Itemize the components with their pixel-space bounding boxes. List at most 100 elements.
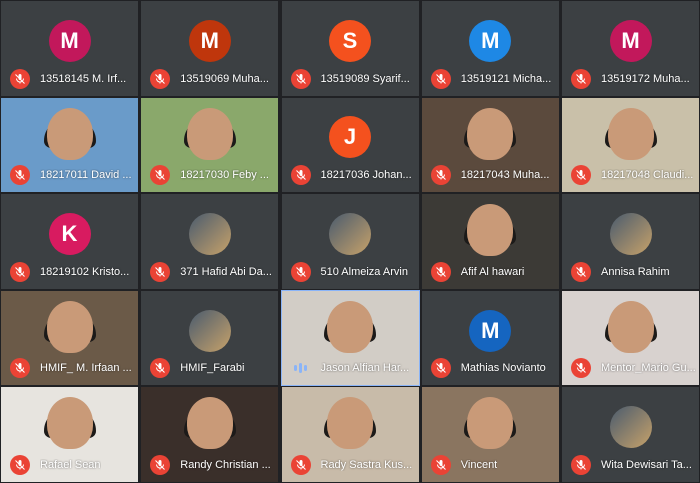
mic-off-icon [10, 358, 30, 379]
mic-off-icon [10, 68, 30, 89]
mic-off-icon [430, 165, 451, 186]
participant-name-bar: 18217048 Claudi... [562, 164, 699, 186]
person-face [46, 107, 93, 160]
participant-tile[interactable]: M 13519172 Muha... [561, 0, 700, 97]
participant-avatar: M [188, 19, 231, 62]
participant-name-bar: Annisa Rahim [562, 261, 699, 283]
participant-name-bar: 18217030 Feby ... [141, 164, 278, 186]
mic-off-icon [430, 261, 451, 282]
participant-name-bar: 18217043 Muha... [422, 164, 559, 186]
participant-name-bar: 18217036 Johan... [282, 164, 419, 186]
participant-name-bar: 13519172 Muha... [562, 68, 699, 90]
participant-tile[interactable]: 18217048 Claudi... [561, 96, 700, 194]
mic-off-icon [10, 165, 30, 186]
participant-name-bar: Wita Dewisari Ta... [562, 454, 699, 476]
mic-off-icon [150, 261, 171, 282]
participant-tile[interactable]: Mentor_Mario Gu... [561, 289, 700, 387]
participant-name-bar: Randy Christian ... [141, 454, 278, 476]
participant-tile[interactable]: Rady Sastra Kus... [280, 386, 420, 483]
participant-name: Annisa Rahim [601, 265, 670, 278]
participant-name-bar: Rafael Sean [1, 454, 138, 476]
participant-name: Mentor_Mario Gu... [601, 362, 696, 375]
participant-name-bar: 13518145 M. Irf... [1, 68, 138, 90]
mic-off-icon [10, 454, 30, 475]
participant-name: 13519121 Micha... [460, 72, 552, 85]
mic-off-icon [571, 165, 591, 186]
participant-name: Rady Sastra Kus... [320, 458, 413, 471]
participant-tile[interactable]: Annisa Rahim [561, 193, 700, 290]
participant-tile[interactable]: K 18219102 Kristo... [0, 193, 139, 290]
mic-off-icon [150, 68, 171, 89]
profile-photo [188, 309, 231, 352]
participant-name: 13519069 Muha... [180, 72, 269, 85]
participant-tile[interactable]: M 13518145 M. Irf... [0, 0, 139, 97]
person-face [327, 300, 373, 353]
participant-tile[interactable]: S 13519089 Syarif... [280, 0, 420, 97]
mic-off-icon [430, 68, 451, 89]
mic-off-icon [150, 358, 171, 379]
participant-name-bar: 18219102 Kristo... [1, 261, 138, 283]
participant-avatar: M [469, 19, 512, 62]
participant-name: HMIF_Farabi [180, 362, 245, 375]
person-face [186, 397, 233, 450]
participant-tile[interactable]: 18217043 Muha... [420, 96, 560, 194]
participant-name: 13519089 Syarif... [320, 72, 410, 85]
participant-avatar: K [48, 212, 91, 255]
participant-tile[interactable]: 371 Hafid Abi Da... [140, 193, 280, 290]
participant-name: Rafael Sean [40, 458, 101, 471]
mic-off-icon [430, 454, 451, 475]
participant-tile[interactable]: 18217011 David ... [0, 96, 139, 194]
mic-off-icon [290, 68, 311, 89]
participant-name-bar: 18217011 David ... [1, 164, 138, 186]
participant-name: 18217030 Feby ... [180, 169, 269, 182]
participant-tile[interactable]: M Mathias Novianto [420, 289, 560, 387]
participant-name-bar: 13519089 Syarif... [282, 68, 419, 90]
participant-name-bar: Mentor_Mario Gu... [562, 357, 699, 379]
audio-level-icon [291, 358, 311, 378]
participant-tile[interactable]: Vincent [420, 386, 560, 483]
participant-name-bar: 13519121 Micha... [422, 68, 559, 90]
participant-tile[interactable]: HMIF_ M. Irfaan ... [0, 289, 139, 387]
participant-name-bar: Mathias Novianto [422, 357, 559, 379]
person-face [467, 107, 514, 160]
participant-tile[interactable]: Rafael Sean [0, 386, 139, 483]
mic-off-icon [290, 261, 311, 282]
participant-name-bar: Rady Sastra Kus... [282, 454, 419, 476]
person-face [467, 397, 514, 450]
participant-tile[interactable]: Wita Dewisari Ta... [561, 386, 700, 483]
participant-avatar: M [609, 19, 652, 62]
participant-tile[interactable]: J 18217036 Johan... [280, 96, 420, 194]
participant-tile[interactable]: HMIF_Farabi [140, 289, 280, 387]
participant-tile[interactable]: 510 Almeiza Arvin [280, 193, 420, 290]
participant-name: 18219102 Kristo... [40, 265, 130, 278]
person-face [327, 397, 373, 450]
profile-photo [609, 212, 652, 255]
participant-name-bar: Vincent [422, 454, 559, 476]
mic-off-icon [150, 454, 171, 475]
participant-grid: M 13518145 M. Irf... M 13519069 Muha... S 135… [0, 0, 700, 483]
person-face [46, 397, 93, 450]
participant-tile[interactable]: Jason Alfian Har... [280, 289, 420, 387]
participant-name: Mathias Novianto [460, 362, 546, 375]
person-face [607, 107, 654, 160]
participant-name-bar: Jason Alfian Har... [282, 357, 419, 379]
mic-off-icon [290, 454, 311, 475]
participant-tile[interactable]: M 13519069 Muha... [140, 0, 280, 97]
participant-name: Afif Al hawari [460, 265, 525, 278]
participant-tile[interactable]: Randy Christian ... [140, 386, 280, 483]
participant-name: HMIF_ M. Irfaan ... [40, 362, 132, 375]
participant-avatar: J [329, 116, 371, 159]
profile-photo [609, 406, 652, 449]
participant-tile[interactable]: Afif Al hawari [420, 193, 560, 290]
mic-off-icon [571, 358, 591, 379]
participant-name: Randy Christian ... [180, 458, 271, 471]
participant-avatar: S [329, 19, 371, 62]
person-face [186, 107, 233, 160]
participant-name: Jason Alfian Har... [320, 362, 410, 375]
mic-off-icon [430, 358, 451, 379]
participant-tile[interactable]: 18217030 Feby ... [140, 96, 280, 194]
participant-name: Wita Dewisari Ta... [601, 458, 692, 471]
participant-tile[interactable]: M 13519121 Micha... [420, 0, 560, 97]
person-face [467, 204, 514, 257]
mic-off-icon [150, 165, 171, 186]
